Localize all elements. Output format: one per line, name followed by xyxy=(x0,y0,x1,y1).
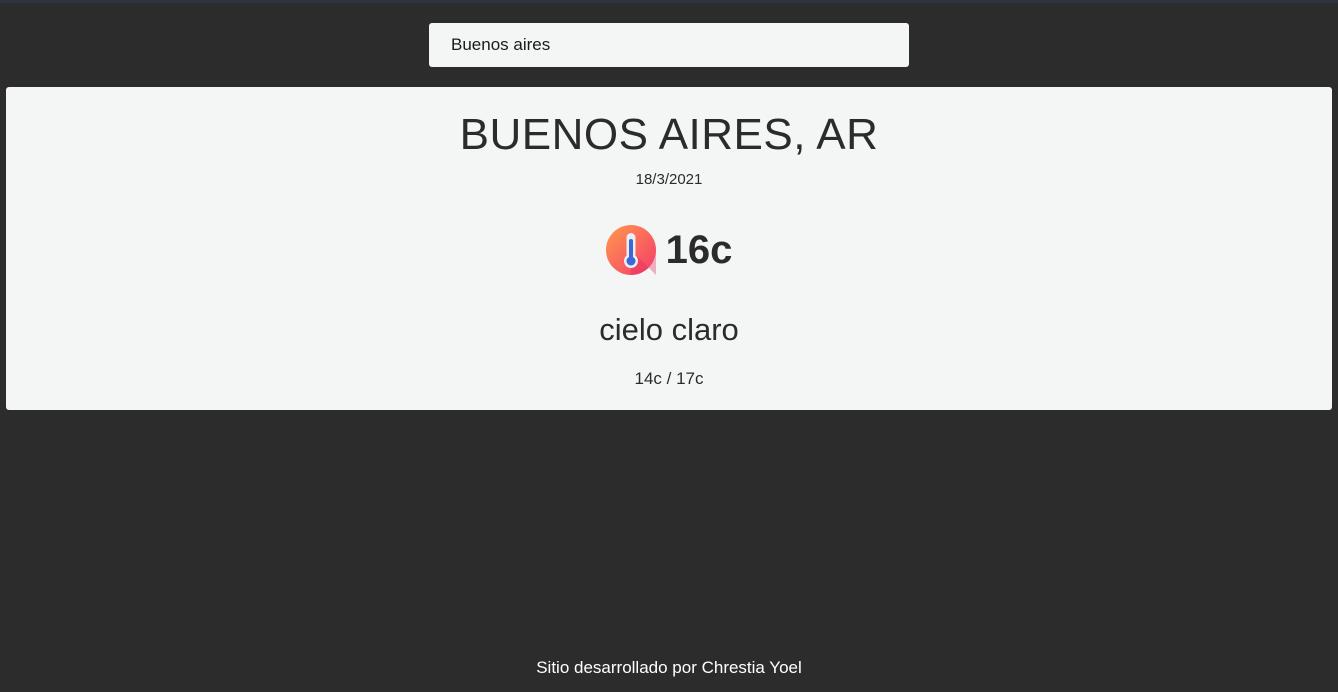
search-input[interactable] xyxy=(451,23,909,67)
footer-credit: Sitio desarrollado por Chrestia Yoel xyxy=(536,658,802,677)
date-label: 18/3/2021 xyxy=(635,171,703,188)
city-title: BUENOS AIRES, AR xyxy=(459,110,879,159)
temperature-row: 16c xyxy=(6,224,1332,276)
thermometer-icon xyxy=(605,225,656,275)
weather-description: cielo claro xyxy=(599,312,739,347)
temperature-range: 14c / 17c xyxy=(634,369,704,388)
weather-card: BUENOS AIRES, AR 18/3/2021 16c cielo cla xyxy=(6,87,1332,410)
search-box[interactable] xyxy=(429,23,909,67)
top-border xyxy=(0,0,1338,3)
temperature-value: 16c xyxy=(665,228,733,272)
